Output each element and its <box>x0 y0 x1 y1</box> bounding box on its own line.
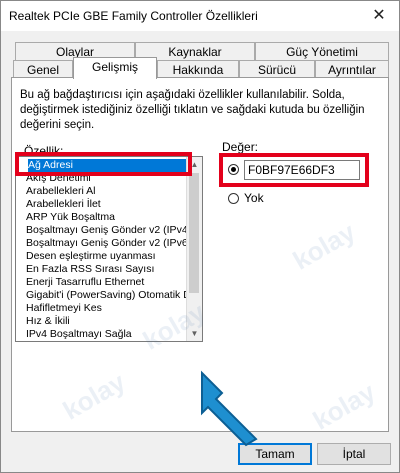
tab-gelismis[interactable]: Gelişmiş <box>73 57 157 79</box>
tab-genel[interactable]: Genel <box>13 60 73 78</box>
description-text: Bu ağ bağdaştırıcısı için aşağıdaki özel… <box>20 89 365 131</box>
list-item[interactable]: En Fazla RSS Sırası Sayısı <box>26 263 188 276</box>
tab-hakkinda[interactable]: Hakkında <box>157 60 239 78</box>
scroll-down-arrow-icon[interactable]: ▼ <box>187 326 202 341</box>
list-item[interactable]: Arabellekleri İlet <box>26 198 188 211</box>
list-item[interactable]: Boşaltmayı Geniş Gönder v2 (IPv6) <box>26 237 188 250</box>
list-scrollbar[interactable]: ▲ ▼ <box>186 157 202 341</box>
property-list[interactable]: Ağ Adresi Akış Denetimi Arabellekleri Al… <box>15 156 203 342</box>
list-item[interactable]: Arabellekleri Al <box>26 185 188 198</box>
tab-surucu[interactable]: Sürücü <box>239 60 315 78</box>
list-item[interactable]: Boşaltmayı Geniş Gönder v2 (IPv4) <box>26 224 188 237</box>
none-radio[interactable] <box>228 193 239 204</box>
cancel-button[interactable]: İptal <box>317 443 391 465</box>
scroll-thumb[interactable] <box>189 173 199 293</box>
list-item[interactable]: ARP Yük Boşaltma <box>26 211 188 224</box>
none-label: Yok <box>244 191 264 205</box>
title-bar: Realtek PCIe GBE Family Controller Özell… <box>1 1 399 31</box>
window-title: Realtek PCIe GBE Family Controller Özell… <box>9 9 258 23</box>
list-item[interactable]: Gigabit'i (PowerSaving) Otomatik D <box>26 289 188 302</box>
list-item[interactable]: Enerji Tasarruflu Ethernet <box>26 276 188 289</box>
list-item[interactable]: IPv4 Boşaltmayı Sağla <box>26 328 188 341</box>
value-label: Değer: <box>222 140 259 154</box>
tab-guc-yonetimi[interactable]: Güç Yönetimi <box>255 42 389 60</box>
list-item[interactable]: Desen eşleştirme uyanması <box>26 250 188 263</box>
list-item[interactable]: Hız & İkili <box>26 315 188 328</box>
highlight-box-property <box>15 152 192 176</box>
close-button[interactable]: ✕ <box>365 5 393 27</box>
list-item[interactable]: Hafifletmeyi Kes <box>26 302 188 315</box>
pointer-arrow-icon <box>201 370 258 447</box>
highlight-box-value <box>219 153 369 187</box>
properties-dialog: Realtek PCIe GBE Family Controller Özell… <box>0 0 400 473</box>
close-icon: ✕ <box>372 7 386 24</box>
tab-ayrintilar[interactable]: Ayrıntılar <box>315 60 389 78</box>
